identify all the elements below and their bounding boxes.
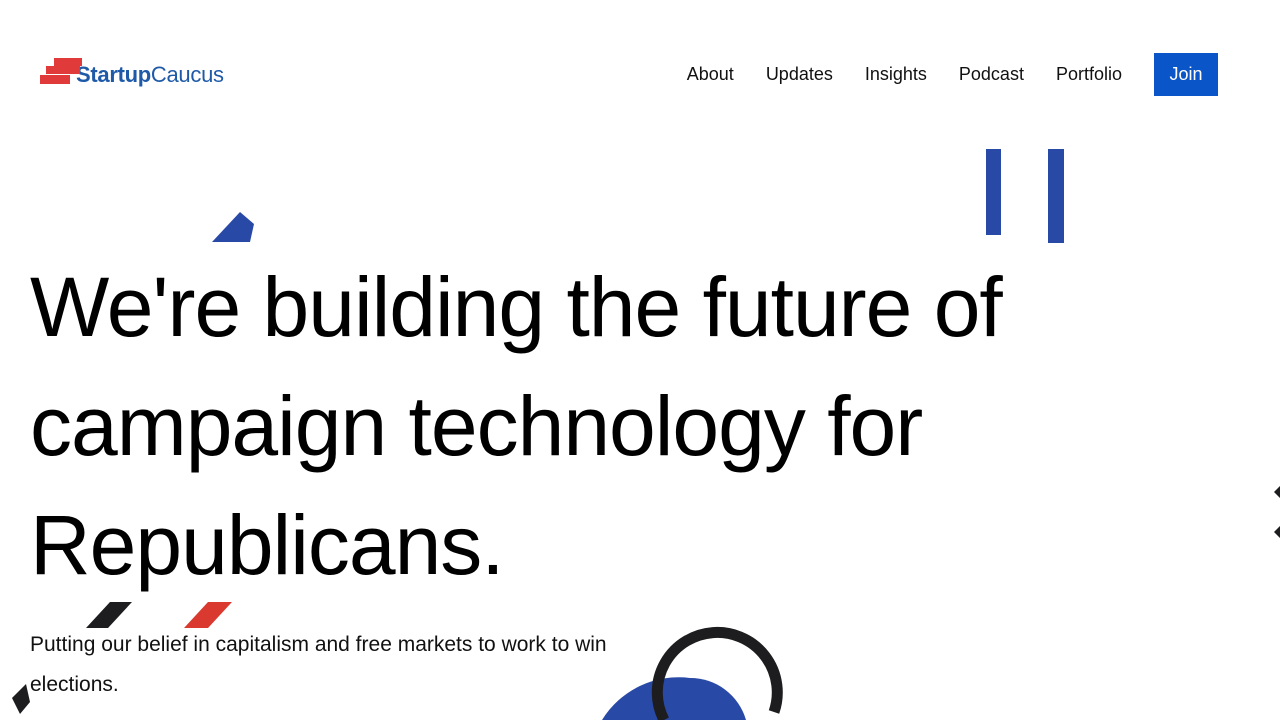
blue-slash-shape	[212, 212, 254, 242]
nav-link-insights[interactable]: Insights	[865, 53, 927, 96]
nav-link-podcast[interactable]: Podcast	[959, 53, 1024, 96]
hero-title: We're building the future of campaign te…	[30, 260, 1003, 592]
main-nav: About Updates Insights Podcast Portfolio…	[687, 53, 1218, 96]
join-button[interactable]: Join	[1154, 53, 1218, 96]
dark-chevrons-shape	[1274, 486, 1280, 538]
logo-text-light: Caucus	[150, 62, 224, 87]
logo-link[interactable]: StartupCaucus	[40, 56, 224, 86]
blue-bars-shape	[986, 149, 1064, 243]
page: StartupCaucus About Updates Insights Pod…	[0, 0, 1280, 720]
nav-link-portfolio[interactable]: Portfolio	[1056, 53, 1122, 96]
logo-mark-icon	[40, 58, 82, 84]
nav-link-updates[interactable]: Updates	[766, 53, 833, 96]
logo-text: StartupCaucus	[76, 64, 224, 86]
nav-link-about[interactable]: About	[687, 53, 734, 96]
logo-text-bold: Startup	[76, 62, 151, 87]
hero-subtitle: Putting our belief in capitalism and fre…	[30, 633, 607, 696]
